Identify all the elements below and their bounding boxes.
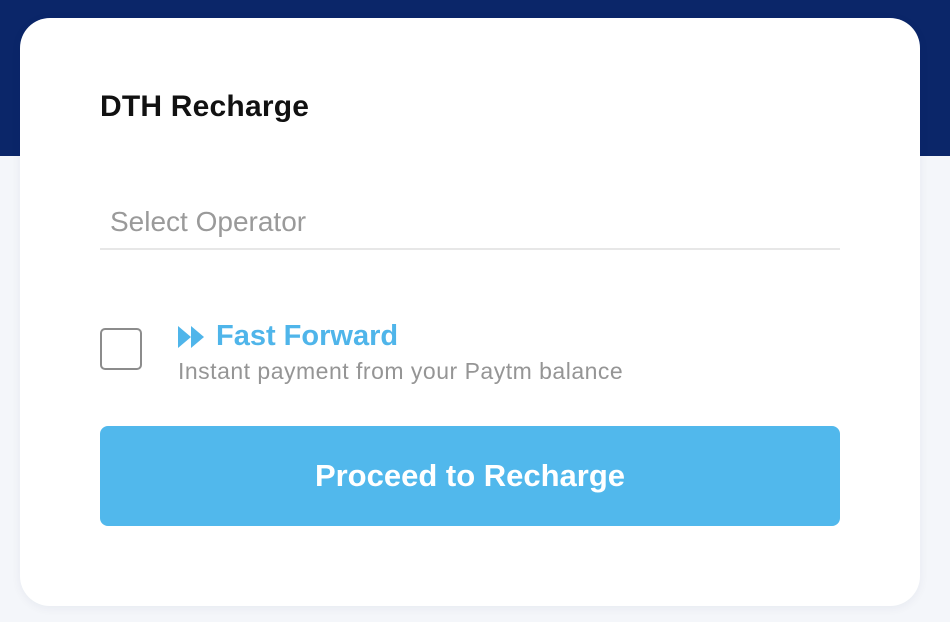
fast-forward-label: Fast Forward: [178, 320, 398, 353]
recharge-card: DTH Recharge Fast Forward Instant paymen…: [20, 18, 920, 606]
fast-forward-title: Fast Forward: [216, 320, 399, 352]
fast-forward-icon: [178, 325, 206, 348]
fast-forward-subtitle: Instant payment from your Paytm balance: [178, 358, 624, 384]
proceed-to-recharge-button[interactable]: Proceed to Recharge: [100, 426, 840, 526]
card-title: DTH Recharge: [100, 90, 310, 123]
fast-forward-checkbox[interactable]: [100, 328, 142, 370]
select-operator-field[interactable]: [100, 196, 840, 250]
